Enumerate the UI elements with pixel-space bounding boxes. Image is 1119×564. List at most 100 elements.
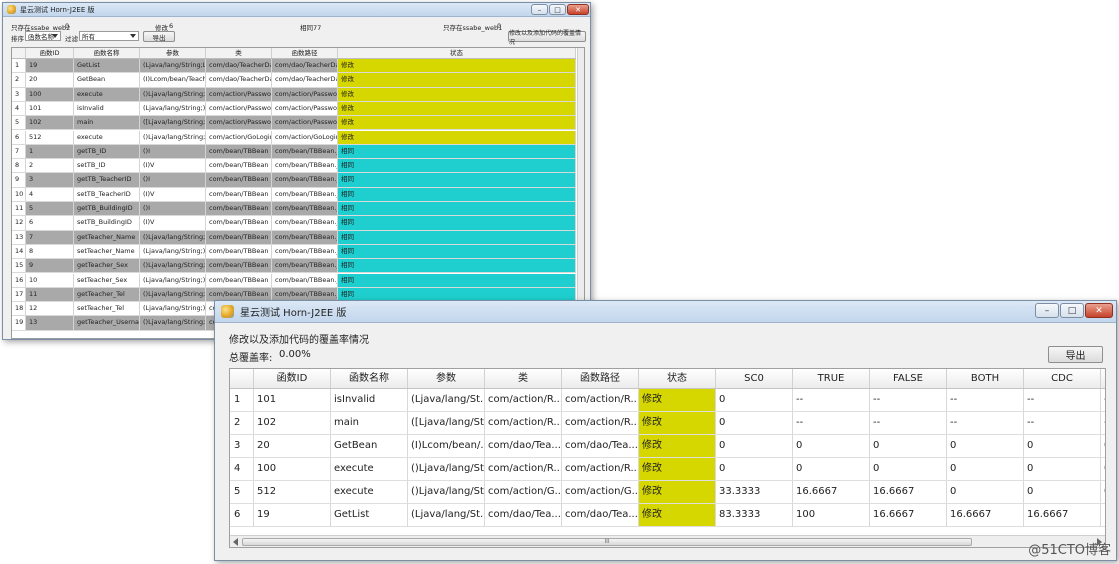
chevron-down-icon xyxy=(130,34,136,38)
table-row[interactable]: 8 2 setTB_ID (I)V com/bean/TBBean com/bean/TB… xyxy=(12,159,576,174)
table-cell: com/action/R... xyxy=(562,412,639,434)
coverage-grid-header: 函数ID 函数名称 参数类函数路径 状态 SC0 TRUE FALSE BOTH CDC xyxy=(230,369,1105,389)
back-data-grid: 函数ID 函数名称 参数类函数路径 状态 1 19 GetList (Ljava/lang/… xyxy=(11,47,585,339)
table-row[interactable]: 5512execute()Ljava/lang/St...com/action/… xyxy=(230,481,1105,504)
table-row[interactable]: 11 5 getTB_BuildingID ()I com/bean/TBBean com… xyxy=(12,202,576,217)
table-cell: 16.6667 xyxy=(870,481,947,503)
table-cell: com/bean/TBBean xyxy=(206,202,272,216)
table-cell: com/action/Passwo... xyxy=(272,101,338,116)
table-row[interactable]: 14 8 setTeacher_Name (Ljava/lang/String;)V c… xyxy=(12,244,576,260)
table-cell: GetList xyxy=(331,504,408,526)
column-header[interactable]: FALSE xyxy=(870,369,947,388)
table-cell: (Ljava/lang/St... xyxy=(408,389,485,411)
table-cell: 0 xyxy=(947,481,1024,503)
table-cell: 13 xyxy=(26,316,74,330)
maximize-button[interactable]: □ xyxy=(549,4,566,15)
scrollbar-grip: III xyxy=(604,538,610,545)
row-number: 18 xyxy=(12,302,26,316)
table-row[interactable]: 3 20 GetBean (I)Lcom/bean/... com/dao/Tea...… xyxy=(230,435,1105,458)
coverage-report-button[interactable]: 修改以及添加代码的覆盖情况 xyxy=(508,30,586,46)
table-cell: getTB_ID xyxy=(74,144,140,159)
table-row[interactable]: 1 101 isInvalid (Ljava/lang/St... com/action… xyxy=(230,389,1105,412)
scrollbar-thumb[interactable]: III xyxy=(242,538,972,546)
table-cell: com/action/Passwo... xyxy=(206,101,272,116)
column-header[interactable]: BOTH xyxy=(947,369,1024,388)
column-header[interactable] xyxy=(230,369,254,388)
table-cell: 0 xyxy=(793,435,870,457)
column-header[interactable]: 类 xyxy=(485,369,562,388)
only-in-web1-value: 0 xyxy=(497,22,502,30)
table-row[interactable]: 7 1 getTB_ID ()I com/bean/TBBean com/bean/TBB… xyxy=(12,144,576,160)
table-row[interactable]: 15 9 getTeacher_Sex ()Ljava/lang/String; com… xyxy=(12,259,576,274)
table-cell: com/dao/Tea... xyxy=(562,504,639,526)
table-row[interactable]: 16 10 setTeacher_Sex (Ljava/lang/String;)V c… xyxy=(12,273,576,288)
column-header[interactable]: 函数ID xyxy=(254,369,331,388)
table-cell: 16.6667 xyxy=(870,504,947,526)
scroll-left-icon[interactable] xyxy=(233,538,238,546)
table-cell: com/action/R... xyxy=(562,458,639,480)
column-header[interactable] xyxy=(1101,369,1105,388)
table-row[interactable]: 4100execute()Ljava/lang/St...com/action/… xyxy=(230,458,1105,481)
column-header[interactable]: TRUE xyxy=(793,369,870,388)
close-button[interactable]: ✕ xyxy=(567,4,589,15)
table-cell: (I)Lcom/bean/... xyxy=(408,435,485,457)
filter-select[interactable]: 所有 xyxy=(79,31,139,41)
column-header[interactable]: 函数路径 xyxy=(272,48,338,58)
column-header[interactable]: 状态 xyxy=(338,48,576,58)
table-row[interactable]: 13 7 getTeacher_Name ()Ljava/lang/String; co… xyxy=(12,230,576,245)
table-row[interactable]: 6 19 GetList (Ljava/lang/St... com/dao/Tea..… xyxy=(230,504,1105,527)
back-window: 星云测试 Horn-J2EE 版 – □ ✕ 只存在ssabe_web2 0 修… xyxy=(2,2,591,340)
table-cell: (Ljava/lang/String;)Z xyxy=(140,101,206,116)
table-cell: (I)V xyxy=(140,159,206,173)
front-export-button[interactable]: 导出 xyxy=(1048,346,1103,363)
table-row[interactable]: 220GetBean(I)Lcom/bean/Teache...com/dao/… xyxy=(12,73,576,88)
column-header[interactable]: SC0 xyxy=(716,369,793,388)
table-cell: 修改 xyxy=(639,412,716,434)
table-cell: 相同 xyxy=(338,159,576,173)
table-row[interactable]: 9 3 getTB_TeacherID ()I com/bean/TBBean com/b… xyxy=(12,173,576,188)
table-cell: ()Ljava/lang/String; xyxy=(140,259,206,273)
table-cell: isInvalid xyxy=(74,101,140,116)
table-row[interactable]: 2102main([Ljava/lang/St...com/action/R..… xyxy=(230,412,1105,435)
table-row[interactable]: 3 100 execute ()Ljava/lang/String; com/actio… xyxy=(12,87,576,102)
column-header[interactable]: 参数 xyxy=(140,48,206,58)
back-window-title: 星云测试 Horn-J2EE 版 xyxy=(20,5,95,14)
table-row[interactable]: 12 6 setTB_BuildingID (I)V com/bean/TBBean co… xyxy=(12,216,576,231)
vertical-scrollbar[interactable] xyxy=(577,48,584,338)
column-header[interactable] xyxy=(12,48,26,58)
column-header[interactable]: 状态 xyxy=(639,369,716,388)
table-cell: com/dao/TeacherDa... xyxy=(272,73,338,87)
table-cell: com/bean/TBBean.ja... xyxy=(272,259,338,273)
column-header[interactable]: 函数ID xyxy=(26,48,74,58)
table-cell: 512 xyxy=(26,130,74,144)
table-cell: getTeacher_Sex xyxy=(74,259,140,273)
column-header[interactable]: 函数路径 xyxy=(562,369,639,388)
table-cell: com/bean/TBBean xyxy=(206,144,272,159)
horizontal-scrollbar[interactable]: III xyxy=(230,535,1105,547)
table-cell: 101 xyxy=(26,101,74,116)
sort-select[interactable]: 函数名称 xyxy=(25,31,61,41)
table-row[interactable]: 5 102 main ([Ljava/lang/String;)V com/action… xyxy=(12,116,576,131)
minimize-button[interactable]: – xyxy=(531,4,548,15)
column-header[interactable]: 类 xyxy=(206,48,272,58)
minimize-button[interactable]: – xyxy=(1035,303,1059,318)
table-row[interactable]: 119GetList(Ljava/lang/String;Lja...com/d… xyxy=(12,59,576,74)
column-header[interactable]: 函数名称 xyxy=(331,369,408,388)
table-row[interactable]: 4 101 isInvalid (Ljava/lang/String;)Z com/ac… xyxy=(12,101,576,117)
table-cell: 0 xyxy=(1024,458,1101,480)
close-button[interactable]: ✕ xyxy=(1085,303,1113,318)
column-header[interactable]: 函数名称 xyxy=(74,48,140,58)
column-header[interactable]: CDC xyxy=(1024,369,1101,388)
table-cell: -- xyxy=(1024,412,1101,434)
table-cell: ()Ljava/lang/String; xyxy=(140,316,206,330)
table-row[interactable]: 6 512 execute ()Ljava/lang/String; com/actio… xyxy=(12,130,576,145)
back-export-button[interactable]: 导出 xyxy=(143,31,175,42)
table-cell: 修改 xyxy=(338,59,576,73)
table-cell: (Ljava/lang/String;Lja... xyxy=(140,59,206,73)
table-cell: 修改 xyxy=(338,130,576,144)
table-cell: 101 xyxy=(254,389,331,411)
maximize-button[interactable]: □ xyxy=(1060,303,1084,318)
only-in-web2-value: 0 xyxy=(65,22,70,30)
table-row[interactable]: 10 4 setTB_TeacherID (I)V com/bean/TBBean com… xyxy=(12,187,576,202)
column-header[interactable]: 参数 xyxy=(408,369,485,388)
